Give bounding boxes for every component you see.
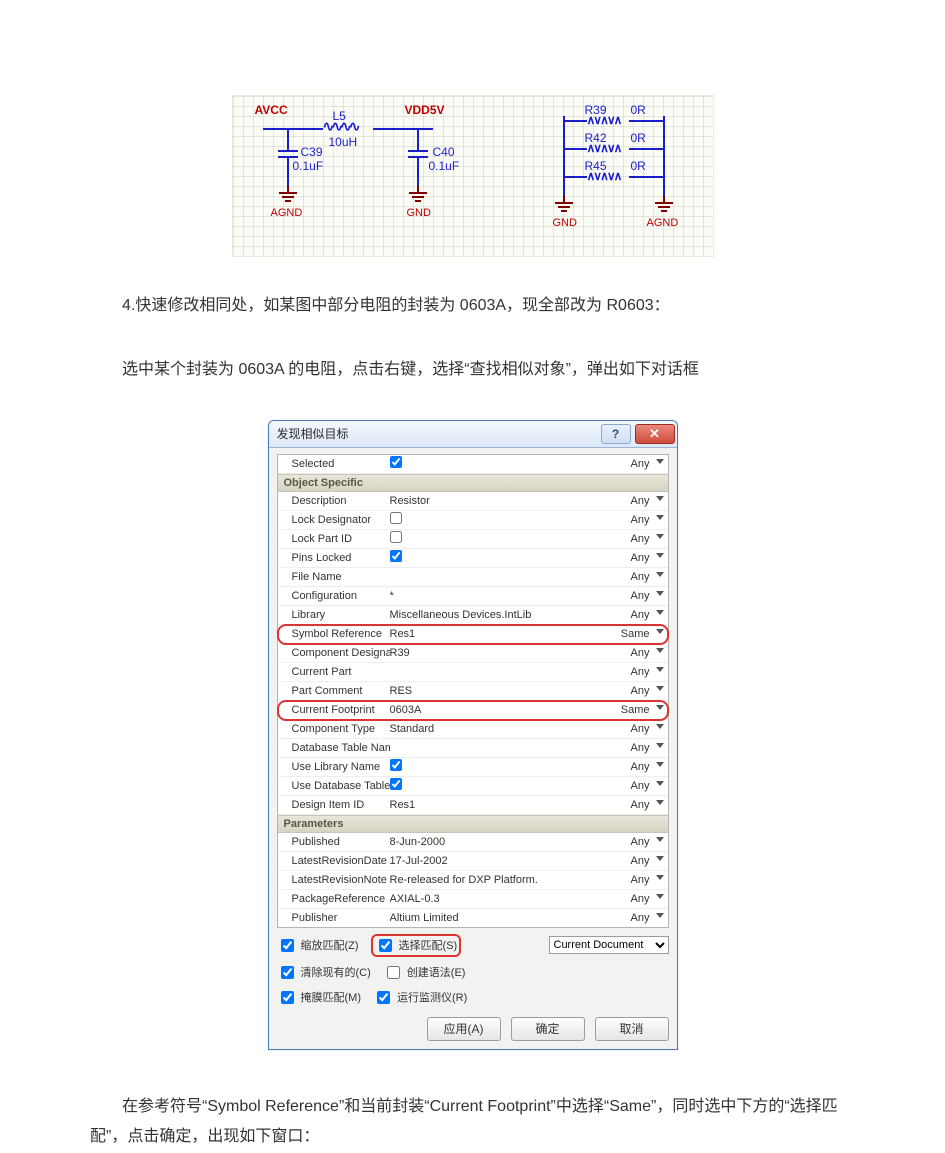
section-parameters: Parameters bbox=[278, 815, 668, 833]
row-part-comment[interactable]: Part Comment RES Any bbox=[278, 682, 668, 701]
dialog-titlebar[interactable]: 发现相似目标 ? ✕ bbox=[269, 421, 677, 448]
val-l5: 10uH bbox=[329, 136, 358, 148]
row-use-database-table-name[interactable]: Use Database Table Na Any bbox=[278, 777, 668, 796]
row-component-type[interactable]: Component Type Standard Any bbox=[278, 720, 668, 739]
row-current-footprint[interactable]: Current Footprint 0603A Same bbox=[278, 701, 668, 720]
wire bbox=[563, 176, 587, 178]
lock-designator-checkbox[interactable] bbox=[390, 512, 402, 524]
net-agnd1: AGND bbox=[271, 208, 303, 219]
wire bbox=[663, 116, 665, 196]
select-match-checkbox[interactable]: 选择匹配(S) bbox=[371, 934, 462, 957]
gnd-symbol bbox=[408, 186, 428, 202]
cancel-button[interactable]: 取消 bbox=[595, 1017, 669, 1041]
section-object-specific: Object Specific bbox=[278, 474, 668, 492]
pins-locked-checkbox[interactable] bbox=[390, 550, 402, 562]
help-button[interactable]: ? bbox=[601, 424, 631, 444]
ref-c40: C40 bbox=[433, 146, 455, 158]
net-agnd2: AGND bbox=[647, 218, 679, 229]
mask-match-checkbox[interactable]: 掩膜匹配(M) bbox=[277, 988, 362, 1007]
wire bbox=[287, 158, 289, 186]
row-selected[interactable]: Selected Any bbox=[278, 455, 668, 474]
res-r45: ∧∨∧∨∧ bbox=[587, 172, 621, 182]
net-avcc: AVCC bbox=[255, 104, 288, 116]
use-library-name-checkbox[interactable] bbox=[390, 759, 402, 771]
close-button[interactable]: ✕ bbox=[635, 424, 675, 444]
row-library[interactable]: Library Miscellaneous Devices.IntLib Any bbox=[278, 606, 668, 625]
inductor-l5: ∿∿∿∿ bbox=[323, 122, 358, 134]
row-database-table-name[interactable]: Database Table Name Any bbox=[278, 739, 668, 758]
wire bbox=[373, 128, 433, 130]
cap-c40 bbox=[408, 150, 428, 158]
row-use-library-name[interactable]: Use Library Name Any bbox=[278, 758, 668, 777]
create-expression-checkbox[interactable]: 创建语法(E) bbox=[383, 963, 466, 982]
wire bbox=[563, 116, 565, 196]
val-r42: 0R bbox=[631, 132, 646, 144]
row-lock-designator[interactable]: Lock Designator Any bbox=[278, 511, 668, 530]
wire bbox=[263, 128, 323, 130]
paragraph-3: 在参考符号“Symbol Reference”和当前封装“Current Foo… bbox=[90, 1092, 855, 1153]
val-c40: 0.1uF bbox=[429, 160, 460, 172]
find-similar-dialog: 发现相似目标 ? ✕ Selected Any Object Specific … bbox=[268, 420, 678, 1050]
res-r42: ∧∨∧∨∧ bbox=[587, 144, 621, 154]
wire bbox=[629, 148, 663, 150]
zoom-match-checkbox[interactable]: 缩放匹配(Z) bbox=[277, 936, 359, 955]
properties-grid[interactable]: Selected Any Object Specific Description… bbox=[277, 454, 669, 928]
row-current-part[interactable]: Current Part Any bbox=[278, 663, 668, 682]
row-symbol-reference[interactable]: Symbol Reference Res1 Same bbox=[278, 625, 668, 644]
gnd-symbol bbox=[278, 186, 298, 202]
ref-r42: R42 bbox=[585, 132, 607, 144]
options-row-2: 清除现有的(C) 创建语法(E) bbox=[277, 963, 669, 982]
wire bbox=[417, 158, 419, 186]
row-component-designator[interactable]: Component Designator R39 Any bbox=[278, 644, 668, 663]
net-vdd5v: VDD5V bbox=[405, 104, 445, 116]
row-package-reference[interactable]: PackageReference AXIAL-0.3 Any bbox=[278, 890, 668, 909]
gnd-symbol bbox=[554, 196, 574, 212]
clear-existing-checkbox[interactable]: 清除现有的(C) bbox=[277, 963, 371, 982]
apply-button[interactable]: 应用(A) bbox=[427, 1017, 501, 1041]
ref-l5: L5 bbox=[333, 110, 346, 122]
net-gnd2: GND bbox=[553, 218, 577, 229]
row-configuration[interactable]: Configuration * Any bbox=[278, 587, 668, 606]
ref-c39: C39 bbox=[301, 146, 323, 158]
val-c39: 0.1uF bbox=[293, 160, 324, 172]
row-latest-revision-note[interactable]: LatestRevisionNote Re-released for DXP P… bbox=[278, 871, 668, 890]
row-latest-revision-date[interactable]: LatestRevisionDate 17-Jul-2002 Any bbox=[278, 852, 668, 871]
wire bbox=[563, 120, 587, 122]
gnd-symbol bbox=[654, 196, 674, 212]
lock-partid-checkbox[interactable] bbox=[390, 531, 402, 543]
options-row-3: 掩膜匹配(M) 运行监测仪(R) bbox=[277, 988, 669, 1007]
scope-select[interactable]: Current Document bbox=[549, 936, 669, 954]
ref-r45: R45 bbox=[585, 160, 607, 172]
options-row-1: 缩放匹配(Z) 选择匹配(S) Current Document bbox=[277, 934, 669, 957]
paragraph-2: 选中某个封装为 0603A 的电阻，点击右键，选择“查找相似对象”，弹出如下对话… bbox=[90, 355, 855, 385]
res-r39: ∧∨∧∨∧ bbox=[587, 116, 621, 126]
row-pins-locked[interactable]: Pins Locked Any bbox=[278, 549, 668, 568]
run-inspector-checkbox[interactable]: 运行监测仪(R) bbox=[373, 988, 467, 1007]
wire bbox=[287, 128, 289, 150]
row-lock-part-id[interactable]: Lock Part ID Any bbox=[278, 530, 668, 549]
cap-c39 bbox=[278, 150, 298, 158]
wire bbox=[629, 176, 663, 178]
row-published[interactable]: Published 8-Jun-2000 Any bbox=[278, 833, 668, 852]
row-publisher[interactable]: Publisher Altium Limited Any bbox=[278, 909, 668, 927]
row-description[interactable]: Description Resistor Any bbox=[278, 492, 668, 511]
wire bbox=[563, 148, 587, 150]
wire bbox=[417, 128, 419, 150]
schematic-figure: AVCC VDD5V ∿∿∿∿ L5 10uH C39 0.1uF C40 0.… bbox=[232, 95, 714, 257]
row-file-name[interactable]: File Name Any bbox=[278, 568, 668, 587]
ref-r39: R39 bbox=[585, 104, 607, 116]
dialog-title: 发现相似目标 bbox=[277, 425, 349, 442]
selected-checkbox[interactable] bbox=[390, 456, 402, 468]
paragraph-1: 4.快速修改相同处，如某图中部分电阻的封装为 0603A，现全部改为 R0603… bbox=[90, 291, 855, 321]
wire bbox=[629, 120, 663, 122]
val-r45: 0R bbox=[631, 160, 646, 172]
val-r39: 0R bbox=[631, 104, 646, 116]
row-design-item-id[interactable]: Design Item ID Res1 Any bbox=[278, 796, 668, 815]
net-gnd1: GND bbox=[407, 208, 431, 219]
dialog-buttons: 应用(A) 确定 取消 bbox=[277, 1017, 669, 1041]
use-db-table-checkbox[interactable] bbox=[390, 778, 402, 790]
ok-button[interactable]: 确定 bbox=[511, 1017, 585, 1041]
